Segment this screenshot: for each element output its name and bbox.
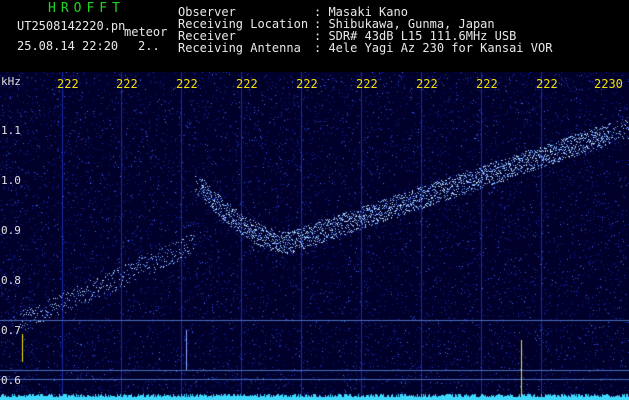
file-datetime: 25.08.14 22:20	[17, 39, 119, 53]
x-tick-label: 222	[296, 77, 318, 91]
file-name: UT2508142220.pn	[17, 19, 126, 33]
file-count: 2..	[138, 39, 160, 53]
y-tick-label: 0.6	[1, 374, 21, 387]
spectrogram-canvas	[0, 72, 629, 400]
x-tick-label: 222	[176, 77, 198, 91]
y-tick-label: 0.8	[1, 274, 21, 287]
y-tick-label: 1.0	[1, 174, 21, 187]
header-panel: HROFFT UT2508142220.pn meteor 25.08.14 2…	[0, 0, 629, 72]
x-tick-label: 2230	[594, 77, 623, 91]
antenna-value: : 4ele Yagi Az 230 for Kansai VOR	[314, 41, 553, 55]
file-tag: meteor	[124, 25, 168, 39]
x-tick-label: 222	[476, 77, 498, 91]
app-title: HROFFT	[48, 1, 125, 16]
y-tick-label: 0.9	[1, 224, 21, 237]
x-tick-label: 222	[536, 77, 558, 91]
frequency-unit-label: kHz	[1, 75, 21, 88]
x-tick-label: 222	[57, 77, 79, 91]
x-tick-label: 222	[416, 77, 438, 91]
y-tick-label: 0.7	[1, 324, 21, 337]
x-tick-label: 222	[356, 77, 378, 91]
y-tick-label: 1.1	[1, 124, 21, 137]
antenna-label: Receiving Antenna	[178, 41, 301, 55]
x-tick-label: 222	[236, 77, 258, 91]
x-tick-label: 222	[116, 77, 138, 91]
